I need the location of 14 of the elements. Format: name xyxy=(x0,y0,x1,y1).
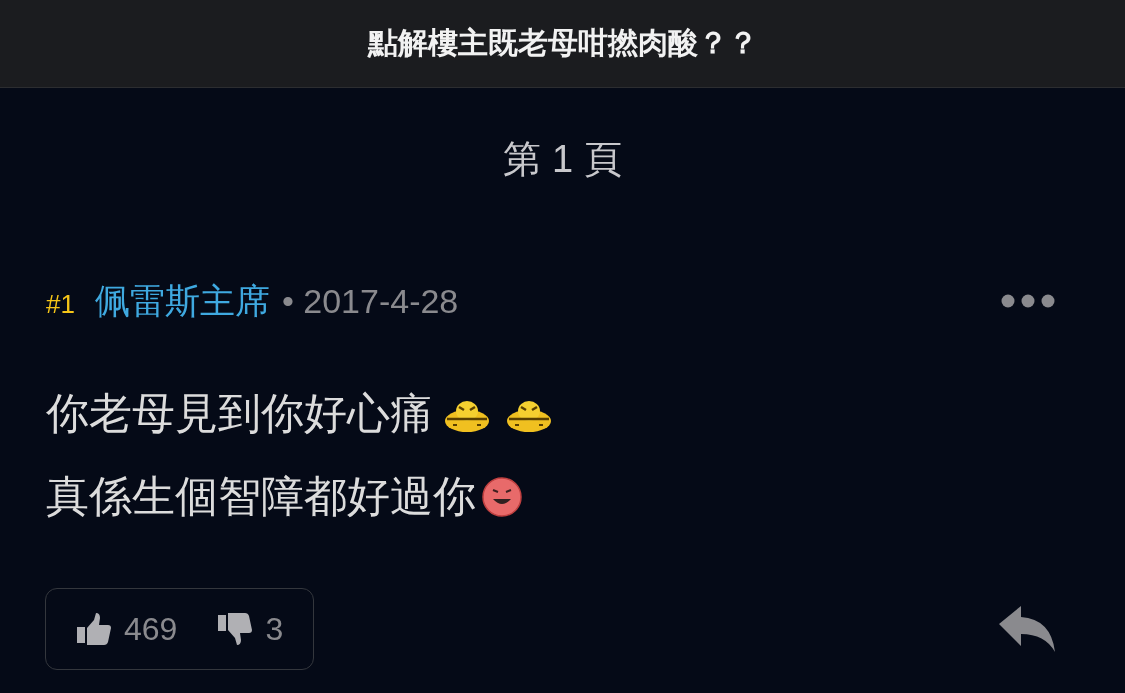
post-text: 真係生個智障都好過你 xyxy=(46,470,476,522)
thread-title: 點解樓主既老母咁撚肉酸？？ xyxy=(367,25,758,61)
post-date: • 2017-4-28 xyxy=(281,282,459,321)
page-label: 第 1 頁 xyxy=(503,137,622,182)
reply-icon[interactable] xyxy=(999,606,1055,652)
smiley-emoticon-icon xyxy=(482,476,522,517)
post-text: 你老母見到你好心痛 xyxy=(46,387,433,439)
dislike-button[interactable]: 3 xyxy=(217,610,284,648)
more-icon[interactable] xyxy=(1001,294,1055,308)
like-button[interactable]: 469 xyxy=(76,610,178,648)
post-number: #1 xyxy=(46,289,75,320)
username-link[interactable]: 佩雷斯主席 xyxy=(94,278,270,325)
thumbs-down-icon xyxy=(217,611,254,647)
thumbs-up-icon xyxy=(76,611,112,647)
